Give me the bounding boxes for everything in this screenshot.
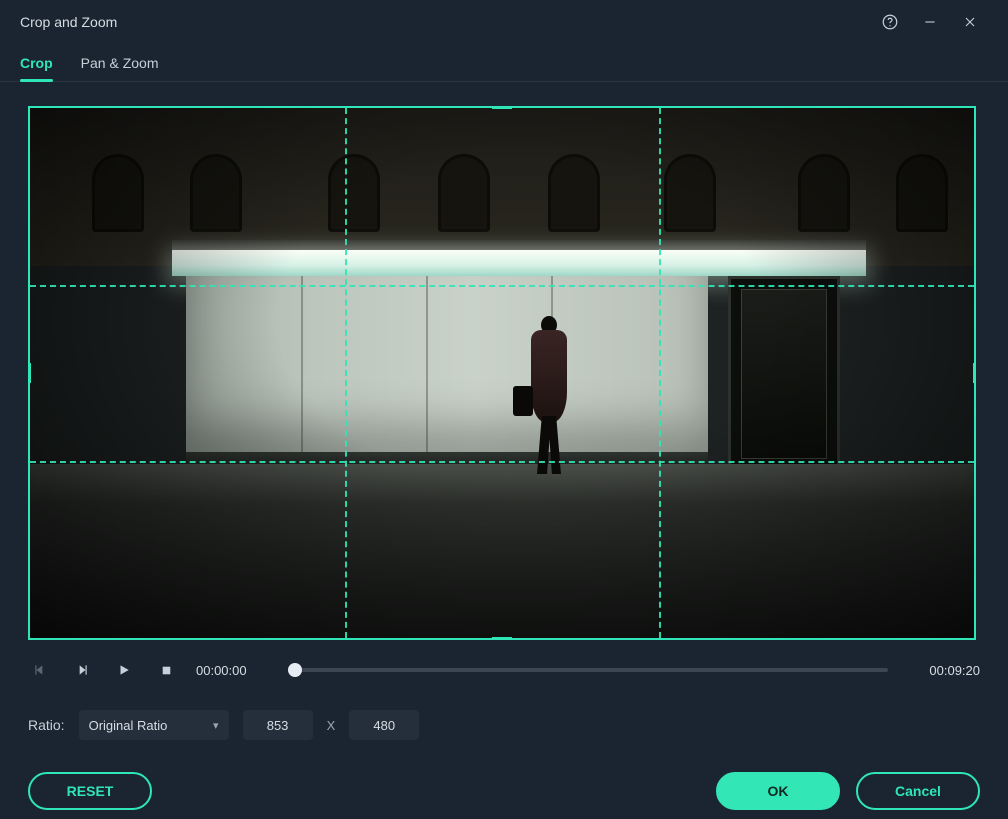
title-bar: Crop and Zoom [0, 0, 1008, 44]
crop-handle-top-left[interactable] [28, 106, 44, 122]
crop-box[interactable] [28, 106, 976, 640]
window-title: Crop and Zoom [20, 14, 117, 30]
crop-handle-bottom-right[interactable] [960, 624, 976, 640]
current-time: 00:00:00 [196, 663, 270, 678]
ratio-label: Ratio: [28, 717, 65, 733]
ratio-select[interactable]: Original Ratio ▾ [79, 710, 229, 740]
crop-handle-bottom-left[interactable] [28, 624, 44, 640]
play-button[interactable] [112, 658, 136, 682]
crop-handle-bottom[interactable] [492, 637, 512, 640]
minimize-icon[interactable] [910, 6, 950, 38]
crop-handle-right[interactable] [973, 363, 976, 383]
close-icon[interactable] [950, 6, 990, 38]
total-time: 00:09:20 [906, 663, 980, 678]
timeline-slider[interactable] [288, 658, 888, 682]
playback-controls: 00:00:00 00:09:20 [0, 648, 1008, 682]
height-field[interactable]: 480 [349, 710, 419, 740]
crop-handle-left[interactable] [28, 363, 31, 383]
stop-button[interactable] [154, 658, 178, 682]
next-frame-button[interactable] [70, 658, 94, 682]
footer: RESET OK Cancel [0, 740, 1008, 810]
reset-button[interactable]: RESET [28, 772, 152, 810]
crop-handle-top[interactable] [492, 106, 512, 109]
crop-handle-top-right[interactable] [960, 106, 976, 122]
chevron-down-icon: ▾ [213, 719, 219, 732]
video-preview[interactable] [28, 106, 976, 640]
dimension-separator: X [327, 718, 336, 733]
ok-button[interactable]: OK [716, 772, 840, 810]
ratio-select-value: Original Ratio [89, 718, 168, 733]
width-field[interactable]: 853 [243, 710, 313, 740]
cancel-button[interactable]: Cancel [856, 772, 980, 810]
prev-frame-button[interactable] [28, 658, 52, 682]
tab-pan-zoom[interactable]: Pan & Zoom [81, 49, 159, 81]
tab-crop[interactable]: Crop [20, 49, 53, 81]
ratio-row: Ratio: Original Ratio ▾ 853 X 480 [0, 682, 1008, 740]
timeline-thumb[interactable] [288, 663, 302, 677]
tabs: Crop Pan & Zoom [0, 44, 1008, 82]
help-icon[interactable] [870, 6, 910, 38]
